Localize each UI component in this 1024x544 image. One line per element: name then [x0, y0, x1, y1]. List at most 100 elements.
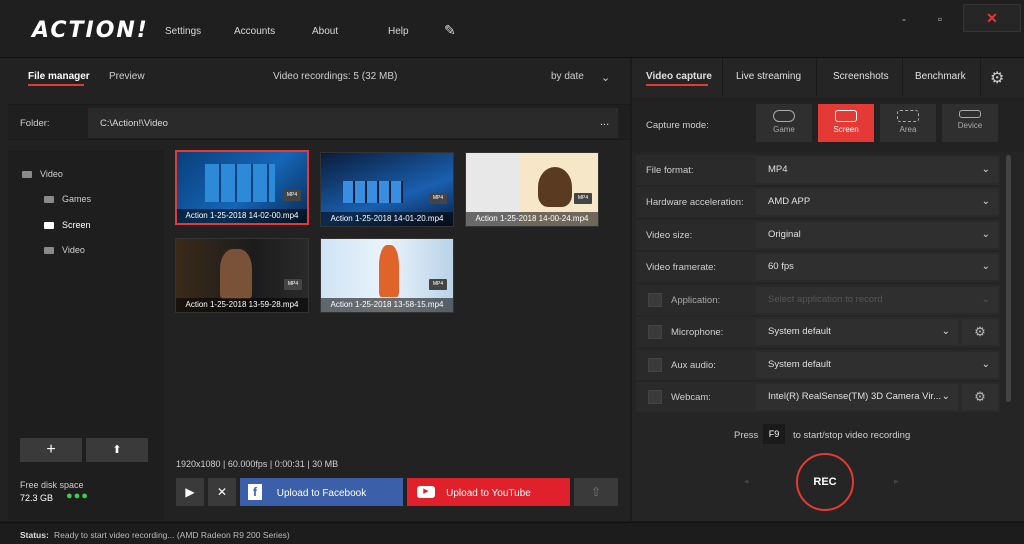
hw-accel-select[interactable]: AMD APP ⌄: [756, 189, 998, 215]
restore-button[interactable]: ▫: [920, 8, 960, 32]
recordings-count: Video recordings: 5 (32 MB): [273, 71, 398, 82]
status-label: Status:: [20, 530, 49, 540]
microphone-select[interactable]: System default ⌄: [756, 319, 958, 345]
thumbnail-caption: Action 1-25-2018 14-01-20.mp4: [321, 212, 453, 226]
hotkey-press-label: Press: [734, 430, 759, 441]
gear-icon: ⚙: [974, 324, 986, 339]
mode-game-button[interactable]: Game: [756, 104, 812, 142]
tree-item-subvideo[interactable]: Video: [44, 245, 85, 255]
file-format-select[interactable]: MP4 ⌄: [756, 157, 998, 183]
menu-help[interactable]: Help: [388, 26, 409, 37]
recording-info: 1920x1080 | 60.000fps | 0:00:31 | 30 MB: [176, 459, 339, 469]
chevron-down-icon: ⌄: [941, 326, 950, 337]
video-size-select[interactable]: Original ⌄: [756, 222, 998, 248]
tab-preview[interactable]: Preview: [109, 71, 145, 82]
close-button[interactable]: ✕: [963, 4, 1021, 32]
video-size-label: Video size:: [646, 230, 693, 241]
open-folder-button[interactable]: ⬆: [86, 438, 148, 462]
thumbnail-1[interactable]: MP4 Action 1-25-2018 14-02-00.mp4: [175, 150, 309, 225]
tree-item-screen[interactable]: Screen: [44, 220, 91, 230]
disk-space-label: Free disk space: [20, 480, 84, 490]
sort-select[interactable]: by date: [551, 71, 584, 82]
aux-audio-checkbox[interactable]: [648, 358, 662, 372]
framerate-label: Video framerate:: [646, 262, 717, 273]
disk-status-dots: ●●●: [66, 490, 89, 502]
chevron-down-icon: ⌄: [981, 164, 990, 175]
arrow-left-icon: ◂: [744, 476, 749, 486]
hotkey-hint: to start/stop video recording: [793, 430, 911, 441]
folder-icon: [22, 170, 32, 178]
thumbnail-4[interactable]: MP4 Action 1-25-2018 13-59-28.mp4: [175, 238, 309, 313]
thumbnail-3[interactable]: MP4 Action 1-25-2018 14-00-24.mp4: [465, 152, 599, 227]
framerate-select[interactable]: 60 fps ⌄: [756, 254, 998, 280]
upload-button[interactable]: ⇧: [574, 478, 618, 506]
folder-path: C:\Action!\Video: [100, 118, 168, 129]
gear-icon[interactable]: ⚙: [990, 68, 1004, 88]
microphone-checkbox[interactable]: [648, 325, 662, 339]
tab-live-streaming[interactable]: Live streaming: [736, 71, 801, 82]
status-text: Ready to start video recording... (AMD R…: [54, 530, 290, 540]
person-image: [220, 249, 252, 299]
tab-benchmark[interactable]: Benchmark: [915, 71, 966, 82]
tree-item-video[interactable]: Video: [22, 169, 63, 179]
tab-video-capture[interactable]: Video capture: [646, 71, 712, 82]
tab-divider: [902, 58, 903, 96]
disk-space-value: 72.3 GB: [20, 493, 54, 503]
tab-underline: [28, 84, 84, 86]
microphone-settings-button[interactable]: ⚙: [962, 319, 998, 345]
thumbnail-caption: Action 1-25-2018 13-58-15.mp4: [321, 298, 453, 312]
screen-icon: [835, 110, 857, 122]
chevron-down-icon: ⌄: [941, 391, 950, 402]
aux-audio-select[interactable]: System default ⌄: [756, 352, 998, 378]
hw-accel-label: Hardware acceleration:: [646, 197, 744, 208]
capture-mode-label: Capture mode:: [646, 120, 709, 131]
aux-audio-label: Aux audio:: [671, 360, 716, 371]
upload-facebook-button[interactable]: f Upload to Facebook: [240, 478, 403, 506]
app-logo: ACTION!: [32, 18, 149, 43]
tree-item-games[interactable]: Games: [44, 194, 91, 204]
tab-screenshots[interactable]: Screenshots: [833, 71, 889, 82]
webcam-settings-button[interactable]: ⚙: [962, 384, 998, 410]
menu-about[interactable]: About: [312, 26, 338, 37]
tab-file-manager[interactable]: File manager: [28, 71, 90, 82]
person-image: [538, 167, 572, 207]
add-folder-button[interactable]: +: [20, 438, 82, 462]
upload-youtube-button[interactable]: ▶ Upload to YouTube: [407, 478, 570, 506]
webcam-select[interactable]: Intel(R) RealSense(TM) 3D Camera Vir... ⌄: [756, 384, 958, 410]
folder-open-icon: [44, 221, 54, 229]
browse-folder-button[interactable]: ...: [600, 116, 609, 128]
thumbnail-caption: Action 1-25-2018 13-59-28.mp4: [176, 298, 308, 312]
settings-scrollbar[interactable]: [1006, 155, 1011, 402]
folder-arrow-icon: ⬆: [112, 444, 122, 456]
chevron-down-icon: ⌄: [981, 196, 990, 207]
mode-device-button[interactable]: Device: [942, 104, 998, 142]
microphone-label: Microphone:: [671, 327, 724, 338]
facebook-icon: f: [248, 484, 262, 500]
tab-divider: [816, 58, 817, 96]
person-image: [379, 245, 399, 297]
youtube-icon: ▶: [417, 486, 435, 498]
mode-screen-button[interactable]: Screen: [818, 104, 874, 142]
play-button[interactable]: ▶: [176, 478, 204, 506]
webcam-checkbox[interactable]: [648, 390, 662, 404]
screen-preview: [205, 164, 275, 202]
chevron-down-icon: ⌄: [981, 359, 990, 370]
brush-icon[interactable]: ✎: [444, 22, 456, 39]
hotkey-key: F9: [763, 424, 785, 444]
minimize-button[interactable]: -: [884, 8, 924, 32]
mp4-badge: MP4: [429, 279, 447, 290]
delete-button[interactable]: ✕: [208, 478, 236, 506]
chevron-down-icon[interactable]: ⌄: [601, 71, 610, 84]
menu-settings[interactable]: Settings: [165, 26, 201, 37]
thumbnail-2[interactable]: MP4 Action 1-25-2018 14-01-20.mp4: [320, 152, 454, 227]
area-icon: [897, 110, 919, 122]
application-select[interactable]: Select application to record ⌄: [756, 287, 998, 313]
menu-accounts[interactable]: Accounts: [234, 26, 275, 37]
record-button[interactable]: REC: [796, 453, 854, 511]
device-icon: [959, 110, 981, 118]
thumbnail-5[interactable]: MP4 Action 1-25-2018 13-58-15.mp4: [320, 238, 454, 313]
screen-preview: [343, 181, 403, 203]
tab-underline: [646, 84, 708, 86]
application-checkbox[interactable]: [648, 293, 662, 307]
mode-area-button[interactable]: Area: [880, 104, 936, 142]
